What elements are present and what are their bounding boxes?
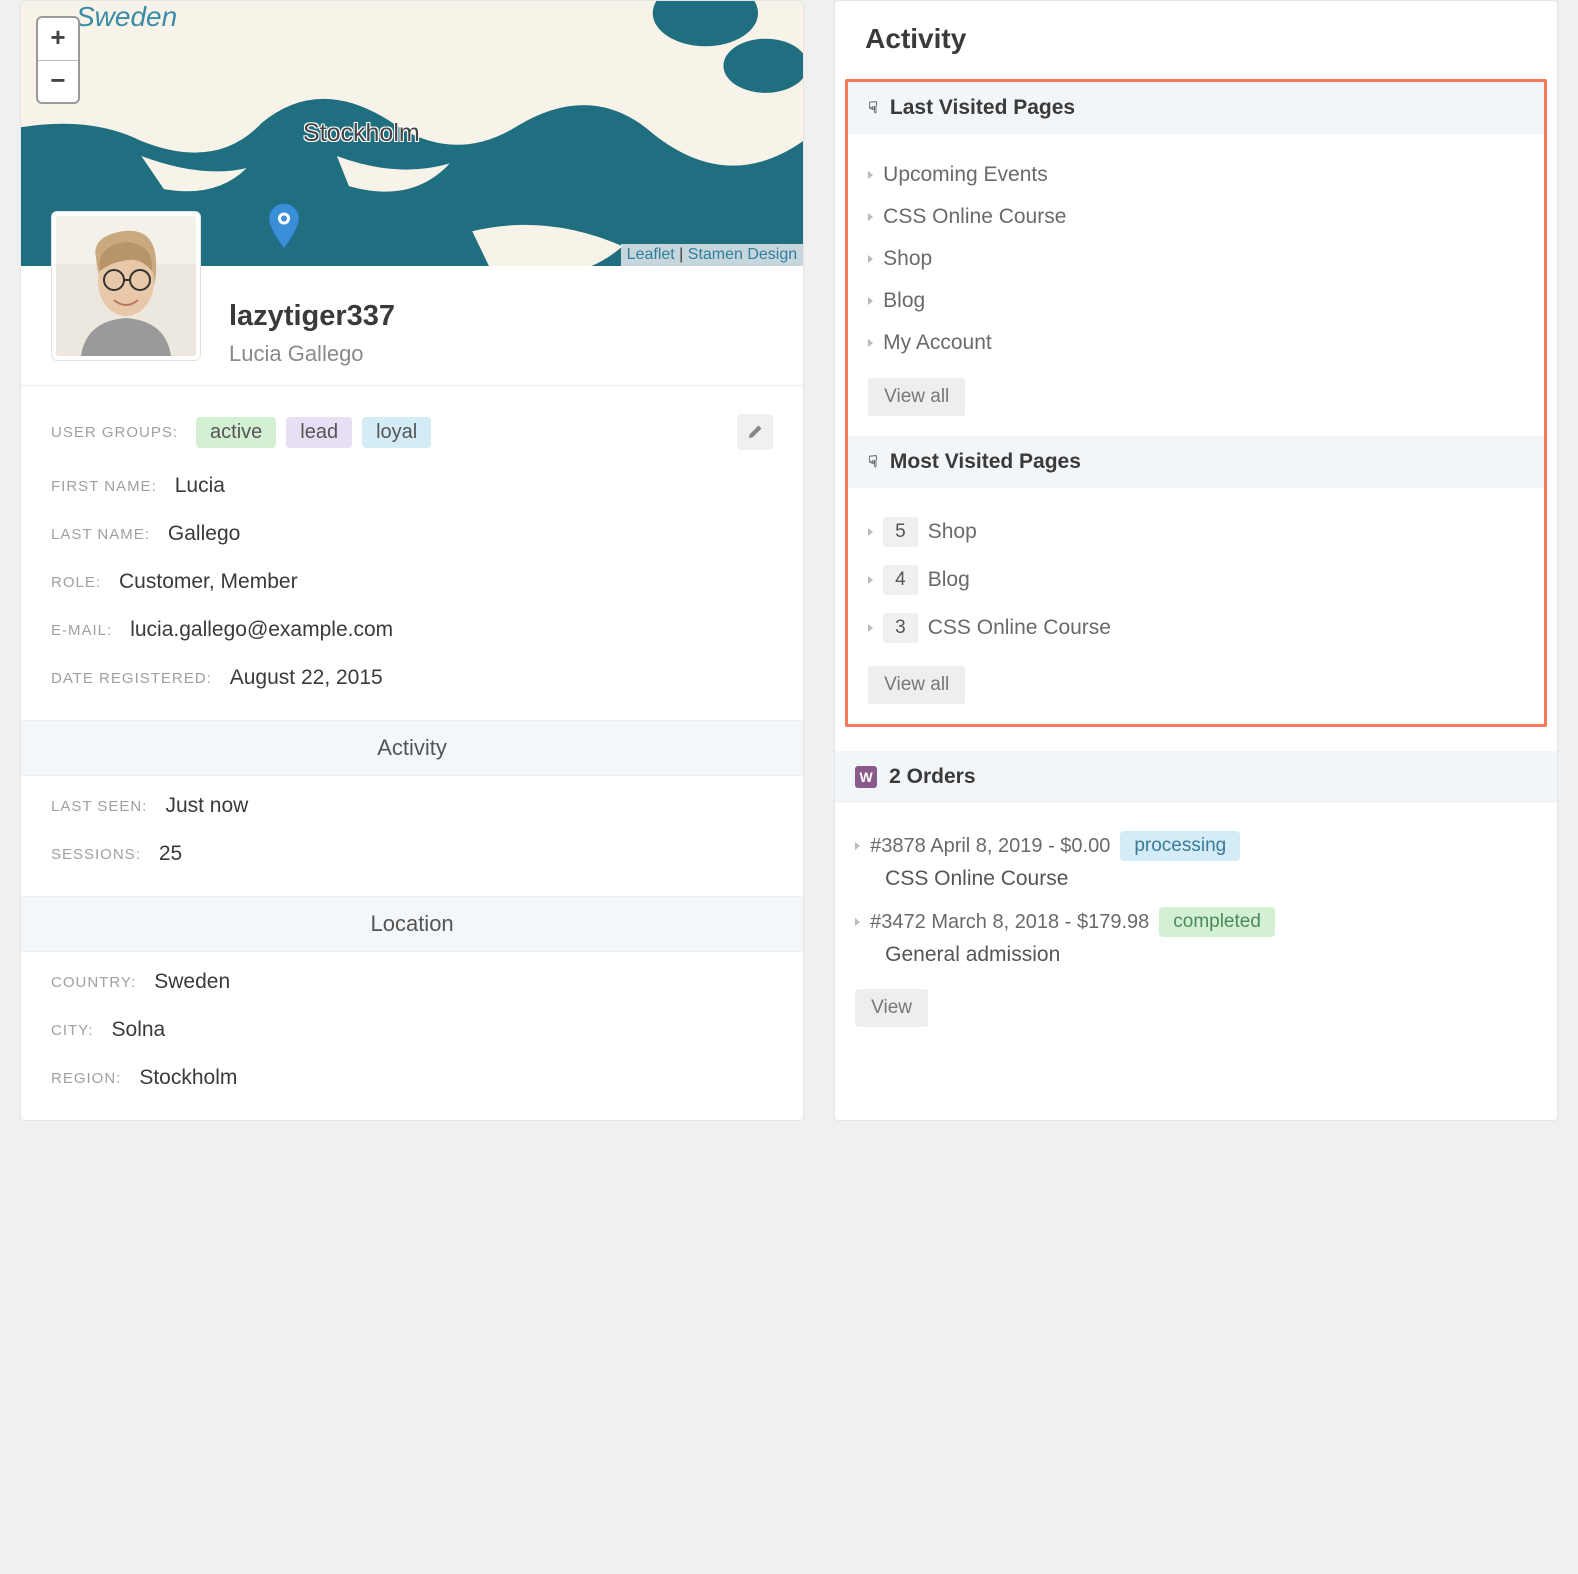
view-button[interactable]: View [855, 989, 928, 1027]
pencil-icon [747, 424, 763, 440]
highlighted-section: ☟ Last Visited Pages Upcoming Events CSS… [845, 79, 1547, 727]
first-name-label: First Name: [51, 478, 157, 495]
last-visited-list: Upcoming Events CSS Online Course Shop B… [868, 154, 1524, 364]
region-value: Stockholm [139, 1066, 237, 1090]
caret-icon [868, 528, 873, 536]
first-name-value: Lucia [175, 474, 225, 498]
list-item[interactable]: 5Shop [868, 508, 1524, 556]
real-name: Lucia Gallego [229, 341, 395, 367]
sessions-value: 25 [159, 842, 182, 866]
profile-header: lazytiger337 Lucia Gallego [21, 266, 803, 386]
status-badge: completed [1159, 907, 1275, 937]
zoom-out-button[interactable]: − [38, 60, 78, 102]
most-visited-list: 5Shop 4Blog 3CSS Online Course [868, 508, 1524, 652]
role-label: Role: [51, 574, 101, 591]
map-city-label: Stockholm [303, 119, 420, 148]
caret-icon [868, 297, 873, 305]
user-groups-tags: active lead loyal [196, 417, 431, 448]
date-registered-value: August 22, 2015 [230, 666, 383, 690]
stamen-link[interactable]: Stamen Design [688, 246, 797, 263]
view-all-button[interactable]: View all [868, 378, 965, 416]
region-label: Region: [51, 1070, 121, 1087]
most-visited-heading: ☟ Most Visited Pages [848, 436, 1544, 488]
orders-heading: W 2 Orders [835, 751, 1557, 803]
order-description: CSS Online Course [855, 861, 1537, 891]
caret-icon [855, 842, 860, 850]
date-registered-label: Date Registered: [51, 670, 212, 687]
map-marker-icon[interactable] [269, 86, 299, 131]
role-value: Customer, Member [119, 570, 298, 594]
woocommerce-icon: W [855, 766, 877, 788]
count-badge: 3 [883, 613, 918, 643]
last-visited-heading: ☟ Last Visited Pages [848, 82, 1544, 134]
caret-icon [855, 918, 860, 926]
list-item[interactable]: 3CSS Online Course [868, 604, 1524, 652]
list-item[interactable]: Shop [868, 238, 1524, 280]
edit-button[interactable] [737, 414, 773, 450]
country-value: Sweden [154, 970, 230, 994]
order-item[interactable]: #3878 April 8, 2019 - $0.00processing CS… [855, 823, 1537, 899]
order-description: General admission [855, 937, 1537, 967]
caret-icon [868, 213, 873, 221]
avatar[interactable] [51, 211, 201, 361]
caret-icon [868, 576, 873, 584]
last-name-value: Gallego [168, 522, 240, 546]
last-seen-label: Last Seen: [51, 798, 147, 815]
list-item[interactable]: Blog [868, 280, 1524, 322]
pointer-icon: ☟ [868, 452, 878, 472]
caret-icon [868, 255, 873, 263]
email-label: E-mail: [51, 622, 112, 639]
leaflet-link[interactable]: Leaflet [627, 246, 675, 263]
count-badge: 5 [883, 517, 918, 547]
list-item[interactable]: Upcoming Events [868, 154, 1524, 196]
caret-icon [868, 624, 873, 632]
zoom-controls: + − [36, 16, 80, 104]
list-item[interactable]: My Account [868, 322, 1524, 364]
status-badge: processing [1120, 831, 1240, 861]
tag-loyal[interactable]: loyal [362, 417, 431, 448]
view-all-button[interactable]: View all [868, 666, 965, 704]
map-attribution: Leaflet | Stamen Design [621, 244, 803, 266]
sessions-label: Sessions: [51, 846, 141, 863]
last-name-label: Last Name: [51, 526, 150, 543]
city-label: City: [51, 1022, 94, 1039]
caret-icon [868, 339, 873, 347]
user-groups-label: User Groups: [51, 424, 178, 441]
count-badge: 4 [883, 565, 918, 595]
profile-card: Sweden + − Stockholm Leaflet | Stamen De… [20, 0, 804, 1121]
city-value: Solna [112, 1018, 166, 1042]
email-value: lucia.gallego@example.com [130, 618, 393, 642]
activity-title: Activity [835, 1, 1557, 77]
tag-lead[interactable]: lead [286, 417, 352, 448]
last-seen-value: Just now [165, 794, 248, 818]
activity-section-heading: Activity [21, 720, 803, 776]
country-label: Country: [51, 974, 136, 991]
tag-active[interactable]: active [196, 417, 276, 448]
activity-card: Activity ☟ Last Visited Pages Upcoming E… [834, 0, 1558, 1121]
location-section-heading: Location [21, 896, 803, 952]
zoom-in-button[interactable]: + [38, 18, 78, 60]
username: lazytiger337 [229, 300, 395, 333]
pointer-icon: ☟ [868, 98, 878, 118]
caret-icon [868, 171, 873, 179]
list-item[interactable]: CSS Online Course [868, 196, 1524, 238]
map-country-label: Sweden [76, 1, 177, 33]
list-item[interactable]: 4Blog [868, 556, 1524, 604]
order-item[interactable]: #3472 March 8, 2018 - $179.98completed G… [855, 899, 1537, 975]
